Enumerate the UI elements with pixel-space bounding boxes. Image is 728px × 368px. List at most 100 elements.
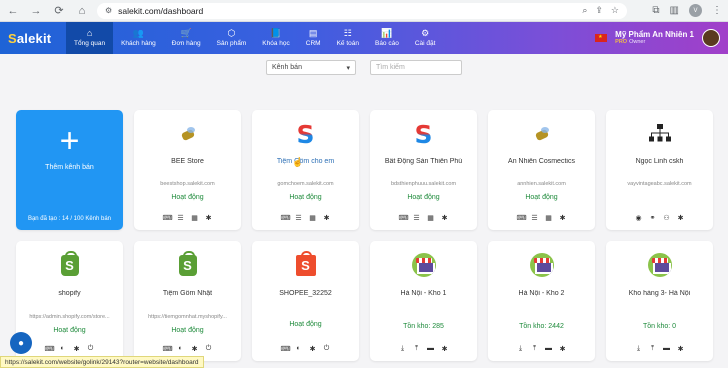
list-icon[interactable]: ☰ (177, 214, 185, 222)
grid-icon[interactable]: ▦ (309, 214, 317, 222)
keyboard-icon[interactable]: ⌨ (163, 214, 173, 222)
keyboard-icon[interactable]: ⌨ (517, 214, 527, 222)
home-icon[interactable]: ⌂ (75, 5, 89, 17)
forward-icon[interactable]: → (29, 5, 43, 17)
channel-card[interactable]: An Nhiên Cosmectics annhien.salekit.com … (488, 110, 595, 230)
list-icon[interactable]: ☰ (413, 214, 421, 222)
url-text[interactable]: salekit.com/dashboard (118, 6, 574, 16)
add-channel-card[interactable]: + Thêm kênh bán Bạn đã tạo : 14 / 100 Kê… (16, 110, 123, 230)
channel-title[interactable]: An Nhiên Cosmectics (504, 158, 579, 165)
power-icon[interactable]: ⏻ (323, 345, 331, 353)
profile-avatar[interactable]: V (689, 4, 702, 17)
archive-icon[interactable]: ▬ (545, 345, 553, 353)
gear-icon[interactable]: ✱ (191, 345, 199, 353)
menu-ke-toan[interactable]: ☷ Kế toán (329, 22, 367, 54)
channel-card[interactable]: S Tiệm Gốm Nhật https://tiemgomnhat.mysh… (134, 241, 241, 361)
channel-title[interactable]: Tiệm Gốm cho em (273, 158, 338, 165)
link-icon[interactable]: ⚭ (649, 214, 657, 222)
keyboard-icon[interactable]: ⌨ (281, 345, 291, 353)
list-icon[interactable]: ☰ (531, 214, 539, 222)
channel-card[interactable]: S Bất Động Sản Thiên Phú bdsthienphuuu.s… (370, 110, 477, 230)
menu-tong-quan[interactable]: ⌂ Tổng quan (66, 22, 114, 54)
gear-icon[interactable]: ✱ (559, 214, 567, 222)
import-icon[interactable]: ⤓ (399, 345, 407, 353)
gear-icon[interactable]: ✱ (441, 345, 449, 353)
globe-icon[interactable]: ◉ (635, 214, 643, 222)
channel-title[interactable]: shopify (54, 290, 84, 297)
export-icon[interactable]: ⤒ (649, 345, 657, 353)
bookmark-star-icon[interactable]: ☆ (611, 5, 619, 16)
gear-icon[interactable]: ✱ (323, 214, 331, 222)
grid-icon[interactable]: ▦ (427, 214, 435, 222)
extensions-icon[interactable]: ⧉ (652, 5, 659, 16)
gear-icon[interactable]: ✱ (677, 345, 685, 353)
keyboard-icon[interactable]: ⌨ (399, 214, 409, 222)
sync-icon[interactable]: ◐ (59, 345, 67, 353)
channel-card[interactable]: BEE Store beestshop.salekit.com Hoạt độn… (134, 110, 241, 230)
user-menu[interactable]: Mỹ Phẩm An Nhiên 1 PRO Owner (615, 30, 694, 46)
channel-select[interactable]: Kênh bán ▾ (266, 60, 356, 75)
menu-khach-hang[interactable]: 👥 Khách hàng (113, 22, 164, 54)
channel-title[interactable]: SHOPEE_32252 (275, 290, 336, 297)
channel-card[interactable]: S SHOPEE_32252 Hoạt động ⌨ ◐ ✱ ⏻ (252, 241, 359, 361)
channel-card[interactable]: S shopify https://admin.shopify.com/stor… (16, 241, 123, 361)
gear-icon[interactable]: ✱ (441, 214, 449, 222)
sidepanel-icon[interactable]: ▥ (670, 5, 679, 16)
menu-san-pham[interactable]: ⬡ Sản phẩm (209, 22, 255, 54)
power-icon[interactable]: ⏻ (205, 345, 213, 353)
menu-bao-cao[interactable]: 📊 Báo cáo (367, 22, 407, 54)
pointer-cursor-icon: ☝ (292, 157, 304, 167)
zoom-icon[interactable]: ⌕ (582, 5, 587, 16)
gear-icon[interactable]: ✱ (677, 214, 685, 222)
warehouse-card[interactable]: Hà Nội - Kho 1 Tồn kho: 285 ⤓ ⤒ ▬ ✱ (370, 241, 477, 361)
chat-bubble-icon[interactable]: ● (10, 332, 32, 354)
menu-don-hang[interactable]: 🛒 Đơn hàng (164, 22, 209, 54)
keyboard-icon[interactable]: ⌨ (281, 214, 291, 222)
sync-icon[interactable]: ◐ (177, 345, 185, 353)
menu-cai-dat[interactable]: ⚙ Cài đặt (407, 22, 444, 54)
salekit-logo[interactable]: Salekit (0, 22, 66, 54)
warehouse-card[interactable]: Hà Nội - Kho 2 Tồn kho: 2442 ⤓ ⤒ ▬ ✱ (488, 241, 595, 361)
grid-icon[interactable]: ▦ (191, 214, 199, 222)
share-icon[interactable]: ⇪ (595, 5, 603, 16)
site-info-icon[interactable]: ⚙ (105, 6, 112, 15)
warehouse-title[interactable]: Kho hàng 3- Hà Nội (625, 290, 694, 297)
gear-icon[interactable]: ✱ (73, 345, 81, 353)
menu-khoa-hoc[interactable]: 📘 Khóa học (254, 22, 297, 54)
sync-icon[interactable]: ◐ (295, 345, 303, 353)
channel-title[interactable]: BEE Store (167, 158, 208, 165)
gear-icon[interactable]: ✱ (205, 214, 213, 222)
channel-title[interactable]: Ngọc Linh cskh (632, 158, 688, 165)
pro-badge: PRO (615, 39, 628, 46)
keyboard-icon[interactable]: ⌨ (45, 345, 55, 353)
export-icon[interactable]: ⤒ (413, 345, 421, 353)
gear-icon[interactable]: ✱ (559, 345, 567, 353)
warehouse-card[interactable]: Kho hàng 3- Hà Nội Tồn kho: 0 ⤓ ⤒ ▬ ✱ (606, 241, 713, 361)
channel-title[interactable]: Tiệm Gốm Nhật (159, 290, 216, 297)
reload-icon[interactable]: ⟳ (52, 4, 66, 17)
grid-icon[interactable]: ▦ (545, 214, 553, 222)
keyboard-icon[interactable]: ⌨ (163, 345, 173, 353)
import-icon[interactable]: ⤓ (517, 345, 525, 353)
browser-menu-icon[interactable]: ⋮ (712, 5, 722, 16)
menu-crm[interactable]: ▤ CRM (298, 22, 329, 54)
back-icon[interactable]: ← (6, 5, 20, 17)
vietnam-flag-icon[interactable] (595, 34, 608, 42)
power-icon[interactable]: ⏻ (87, 345, 95, 353)
archive-icon[interactable]: ▬ (427, 345, 435, 353)
salekit-s-icon: S (296, 119, 315, 149)
warehouse-title[interactable]: Hà Nội - Kho 2 (515, 290, 569, 297)
channel-card[interactable]: S Tiệm Gốm cho em gomchoem.salekit.com H… (252, 110, 359, 230)
avatar[interactable] (702, 29, 720, 47)
address-bar[interactable]: ⚙ salekit.com/dashboard ⌕ ⇪ ☆ (97, 2, 627, 19)
channel-card[interactable]: Ngọc Linh cskh vayvintageabc.salekit.com… (606, 110, 713, 230)
export-icon[interactable]: ⤒ (531, 345, 539, 353)
group-icon[interactable]: ⚇ (663, 214, 671, 222)
archive-icon[interactable]: ▬ (663, 345, 671, 353)
list-icon[interactable]: ☰ (295, 214, 303, 222)
gear-icon[interactable]: ✱ (309, 345, 317, 353)
search-input[interactable]: Tìm kiếm (370, 60, 462, 75)
channel-title[interactable]: Bất Động Sản Thiên Phú (381, 158, 466, 165)
warehouse-title[interactable]: Hà Nội - Kho 1 (397, 290, 451, 297)
import-icon[interactable]: ⤓ (635, 345, 643, 353)
